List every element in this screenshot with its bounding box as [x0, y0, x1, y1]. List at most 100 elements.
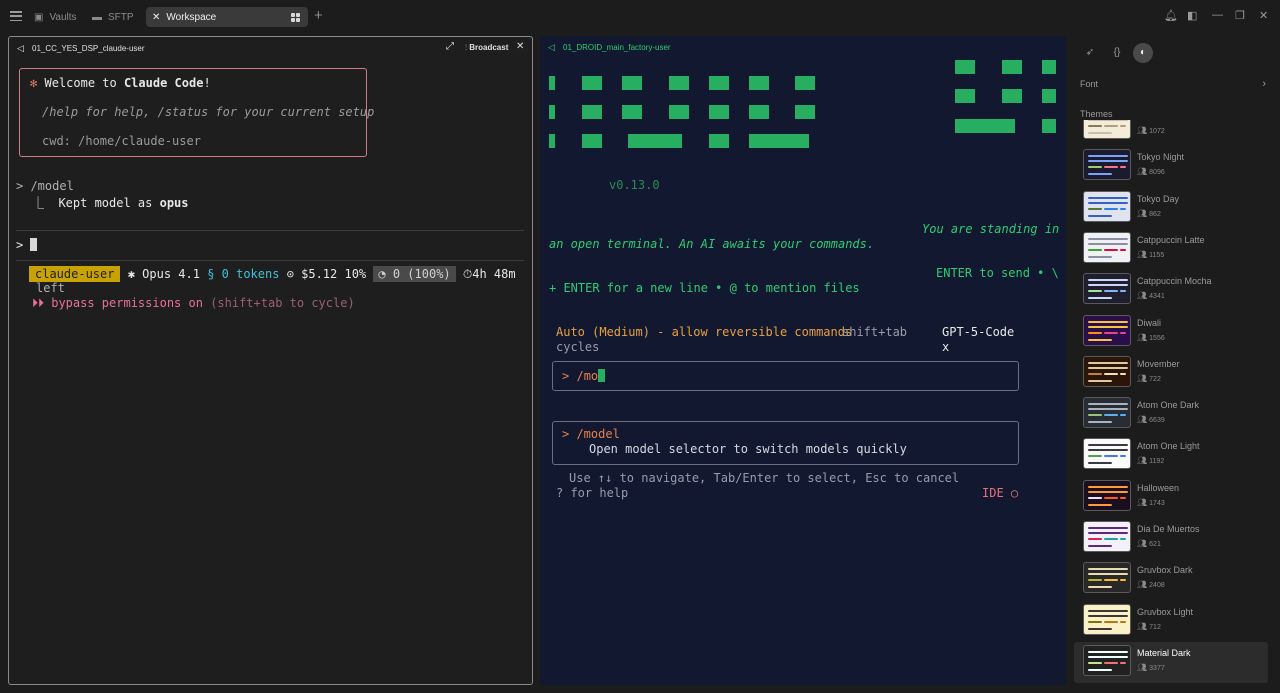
tab-sftp-label: SFTP [108, 11, 134, 23]
code-braces-icon[interactable]: {} [1107, 43, 1127, 63]
status-user: claude-user [29, 266, 121, 282]
theme-preview [1083, 231, 1131, 263]
auto-mode-label: Auto (Medium) - allow reversible command… [556, 325, 853, 339]
theme-item[interactable]: 👥︎ 1072 [1074, 120, 1268, 146]
version-text: v0.13.0 [609, 178, 660, 192]
theme-users-count: 👥︎ 4341 [1137, 291, 1165, 301]
tab-sftp[interactable]: ▬ SFTP [86, 7, 138, 27]
hamburger-menu-icon[interactable] [10, 11, 22, 22]
close-icon[interactable]: ✕ [152, 12, 160, 23]
nav-hint: Use ↑↓ to navigate, Tab/Enter to select,… [569, 471, 960, 485]
tab-workspace-label: Workspace [166, 11, 217, 23]
theme-item[interactable]: Halloween 👥︎ 1743 [1074, 477, 1268, 518]
theme-preview [1083, 397, 1131, 429]
help-hint: ? for help [556, 486, 629, 500]
theme-item[interactable]: Catppuccin Mocha 👥︎ 4341 [1074, 270, 1268, 311]
users-icon: 👥︎ [1137, 332, 1148, 342]
terminal-pane-claude[interactable]: ◁ 01_CC_YES_DSP_claude-user ⤢ ⫶ Broadcas… [8, 36, 533, 685]
theme-item[interactable]: Diwali 👥︎ 1556 [1074, 312, 1268, 353]
folder-icon: ▬ [92, 11, 102, 23]
bypass-label: ⏵⏵ bypass permissions on [32, 296, 203, 310]
droid-input[interactable]: > /mo [552, 361, 1019, 391]
sidebar-toggle-icon[interactable]: ◧ [1187, 9, 1197, 22]
expand-icon[interactable]: ⤢ [446, 41, 454, 52]
terminal-icon: ◁ [17, 43, 24, 53]
theme-item[interactable]: Movember 👥︎ 722 [1074, 353, 1268, 394]
terminal-icon: ◁ [548, 42, 555, 52]
bell-icon[interactable]: 🔔︎ [1164, 9, 1178, 22]
command-result: ⎿ Kept model as opus [32, 196, 189, 210]
theme-item[interactable]: Catppuccin Latte 👥︎ 1155 [1074, 229, 1268, 270]
status-time: ⏱4h 48m [462, 267, 516, 281]
theme-item[interactable]: Tokyo Night 👥︎ 8096 [1074, 146, 1268, 187]
model-label-cont: x [942, 340, 950, 354]
users-icon: 👥︎ [1137, 662, 1148, 672]
theme-name: Catppuccin Latte [1137, 234, 1205, 245]
pane-title: 01_DROID_main_factory-user [563, 43, 671, 52]
broadcast-button[interactable]: ⫶ Broadcast [465, 43, 508, 53]
command-line: > /model [16, 179, 74, 193]
theme-name: Diwali [1137, 317, 1162, 328]
theme-item[interactable]: Gruvbox Dark 👥︎ 2408 [1074, 559, 1268, 600]
theme-preview [1083, 355, 1131, 387]
theme-users-count: 👥︎ 8096 [1137, 167, 1165, 177]
command-suggestions: > /model Open model selector to switch m… [552, 421, 1019, 465]
users-icon: 👥︎ [1137, 208, 1148, 218]
prompt-input[interactable]: > [16, 238, 38, 252]
font-label[interactable]: Font [1080, 79, 1098, 89]
theme-item[interactable]: Dia De Muertos 👥︎ 621 [1074, 518, 1268, 559]
theme-preview [1083, 521, 1131, 552]
themes-label: Themes [1080, 109, 1113, 119]
tab-vaults[interactable]: ▣ Vaults [28, 7, 82, 27]
theme-name: Dia De Muertos [1137, 524, 1200, 534]
theme-item[interactable]: Atom One Dark 👥︎ 6639 [1074, 394, 1268, 435]
restore-icon[interactable]: ❐ [1235, 9, 1245, 22]
rocket-icon[interactable]: ➶ [1080, 43, 1100, 63]
divider [16, 230, 524, 231]
model-name: opus [159, 196, 189, 210]
users-icon: 👥︎ [1137, 539, 1148, 548]
vault-icon: ▣ [34, 11, 44, 23]
theme-preview [1083, 562, 1131, 594]
theme-item[interactable]: Gruvbox Light 👥︎ 712 [1074, 601, 1268, 642]
tab-workspace[interactable]: ✕ Workspace [146, 7, 308, 27]
pane-close-icon[interactable]: ✕ [516, 41, 524, 52]
shift-tab-hint: shift+tab [842, 325, 908, 339]
ide-status: IDE ○ [982, 486, 1019, 500]
minimize-icon[interactable]: — [1212, 9, 1223, 21]
theme-users-count: 👥︎ 862 [1137, 208, 1161, 218]
theme-preview [1083, 314, 1131, 346]
theme-users-count: 👥︎ 712 [1137, 621, 1161, 631]
asterisk-icon: ✻ [30, 76, 38, 90]
theme-name: Atom One Dark [1137, 400, 1200, 411]
suggestion-model[interactable]: > /model [562, 427, 620, 441]
users-icon: 👥︎ [1137, 497, 1148, 507]
status-cost: ⊙ $5.12 10% [286, 267, 367, 281]
theme-users-count: 👥︎ 1155 [1137, 249, 1165, 259]
theme-users-count: 👥︎ 2408 [1137, 580, 1165, 590]
new-tab-button[interactable]: + [314, 7, 323, 24]
text-cursor [598, 369, 606, 382]
window-close-icon[interactable]: ✕ [1259, 9, 1268, 22]
divider [16, 260, 524, 261]
theme-users-count: 👥︎ 3377 [1137, 662, 1165, 672]
theme-item[interactable]: Atom One Light 👥︎ 1192 [1074, 435, 1268, 476]
chevron-right-icon[interactable]: › [1262, 78, 1266, 90]
status-model: ✱ Opus 4.1 [127, 267, 200, 281]
theme-users-count: 👥︎ 1556 [1137, 332, 1165, 342]
users-icon: 👥︎ [1137, 373, 1148, 383]
theme-name: Movember [1137, 358, 1180, 369]
standing-line-1: You are standing in [922, 222, 1060, 236]
palette-icon[interactable]: ◐ [1133, 43, 1153, 63]
users-icon: 👥︎ [1137, 415, 1148, 425]
theme-item[interactable]: Material Dark 👥︎ 3377 [1074, 641, 1268, 683]
text-cursor [30, 238, 38, 251]
layout-grid-icon[interactable] [291, 13, 300, 22]
theme-item[interactable]: Tokyo Day 👥︎ 862 [1074, 188, 1268, 229]
theme-preview [1083, 190, 1131, 222]
input-value: /mo [576, 369, 599, 383]
theme-name: Gruvbox Dark [1137, 565, 1193, 576]
theme-preview [1083, 644, 1131, 676]
terminal-pane-droid[interactable]: ◁ 01_DROID_main_factory-user v0.13.0 You… [540, 36, 1066, 685]
welcome-line: ✻ Welcome to Claude Code! [30, 76, 211, 90]
